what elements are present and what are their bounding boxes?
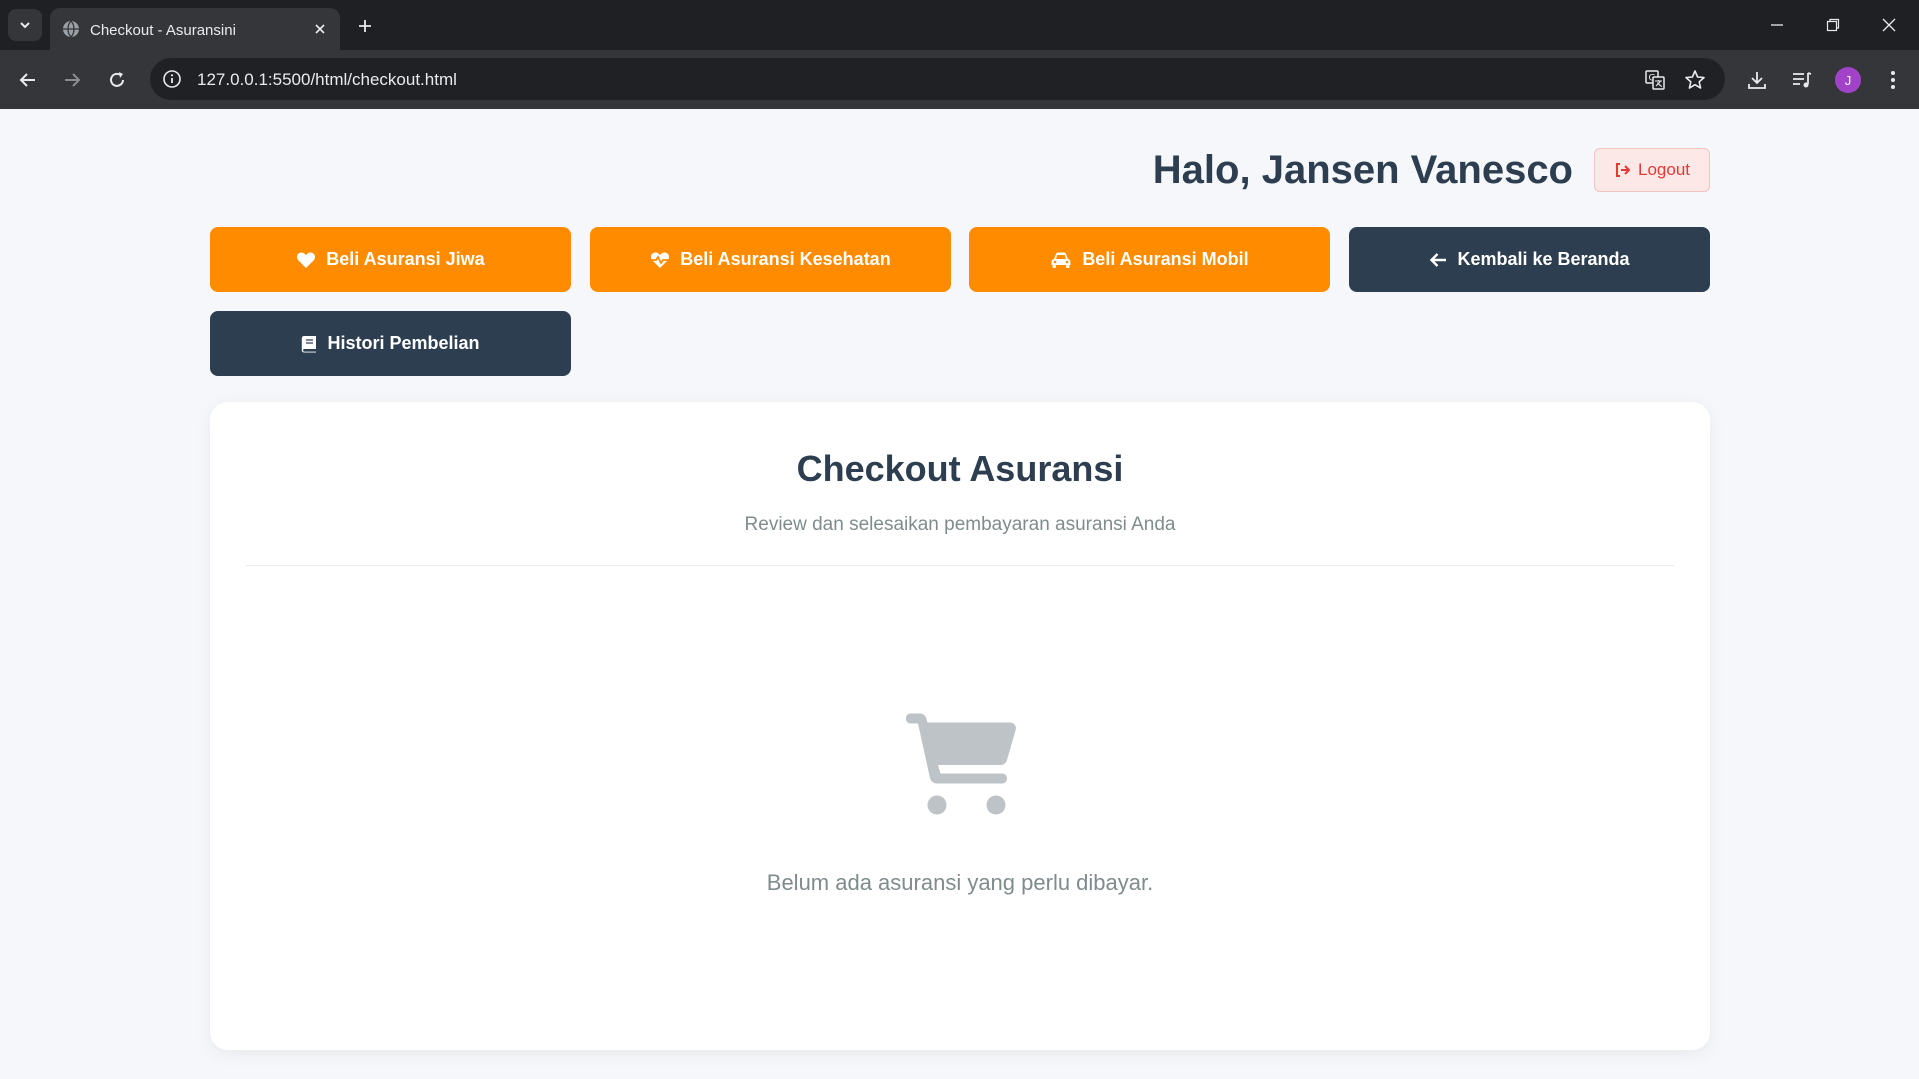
browser-toolbar: 127.0.0.1:5500/html/checkout.html G J: [0, 50, 1919, 109]
tab-title: Checkout - Asuransini: [90, 22, 236, 39]
beli-asuransi-mobil-button[interactable]: Beli Asuransi Mobil: [969, 227, 1330, 292]
divider: [246, 565, 1674, 566]
checkout-title: Checkout Asuransi: [796, 448, 1124, 489]
nav-label-mobil: Beli Asuransi Mobil: [1082, 249, 1249, 269]
nav-label-jiwa: Beli Asuransi Jiwa: [326, 249, 485, 269]
arrow-left-icon: [1430, 252, 1447, 267]
close-icon: [315, 24, 325, 34]
browser-menu-button[interactable]: [1880, 67, 1906, 93]
reload-button[interactable]: [103, 66, 131, 94]
empty-cart-message: Belum ada asuransi yang perlu dibayar.: [766, 870, 1154, 895]
sign-out-icon: [1616, 163, 1631, 177]
chevron-down-icon: [20, 22, 30, 29]
checkout-card: Checkout Asuransi Review dan selesaikan …: [210, 402, 1710, 1050]
nav-label-beranda: Kembali ke Beranda: [1457, 249, 1630, 269]
close-window-button[interactable]: [1874, 10, 1904, 40]
playlist-icon: [1793, 72, 1812, 88]
download-icon: [1748, 72, 1766, 89]
translate-icon: G: [1645, 70, 1665, 90]
greeting-heading: Halo, Jansen Vanesco: [1152, 148, 1573, 192]
minimize-icon: [1771, 24, 1783, 26]
heart-icon: [297, 251, 316, 268]
histori-pembelian-button[interactable]: Histori Pembelian: [210, 311, 571, 376]
book-icon: [302, 335, 317, 352]
browser-tab-active[interactable]: Checkout - Asuransini: [50, 8, 340, 50]
shopping-cart-icon: [906, 713, 1016, 815]
address-bar[interactable]: 127.0.0.1:5500/html/checkout.html G: [150, 58, 1725, 100]
more-vertical-icon: [1891, 71, 1895, 89]
url-text[interactable]: 127.0.0.1:5500/html/checkout.html: [197, 70, 457, 90]
new-tab-button[interactable]: [352, 13, 378, 39]
minimize-button[interactable]: [1762, 10, 1792, 40]
kembali-ke-beranda-button[interactable]: Kembali ke Beranda: [1349, 227, 1710, 292]
plus-icon: [359, 20, 371, 32]
bookmark-button[interactable]: [1683, 68, 1707, 92]
close-icon: [1882, 18, 1896, 32]
downloads-button[interactable]: [1744, 67, 1770, 93]
tab-close-button[interactable]: [310, 19, 330, 39]
logout-button[interactable]: Logout: [1594, 148, 1710, 192]
star-icon: [1685, 70, 1705, 89]
browser-tab-bar: Checkout - Asuransini: [0, 0, 1919, 50]
heart-pulse-icon: [651, 251, 670, 268]
reload-icon: [110, 72, 124, 87]
nav-label-kesehatan: Beli Asuransi Kesehatan: [680, 249, 891, 269]
globe-icon: [63, 20, 79, 38]
info-icon[interactable]: [162, 69, 182, 89]
restore-button[interactable]: [1818, 10, 1848, 40]
restore-icon: [1826, 18, 1840, 32]
checkout-subtitle: Review dan selesaikan pembayaran asurans…: [744, 514, 1176, 535]
car-icon: [1051, 252, 1071, 268]
beli-asuransi-jiwa-button[interactable]: Beli Asuransi Jiwa: [210, 227, 571, 292]
logout-label: Logout: [1638, 160, 1690, 179]
beli-asuransi-kesehatan-button[interactable]: Beli Asuransi Kesehatan: [590, 227, 951, 292]
forward-button[interactable]: [58, 66, 86, 94]
arrow-right-icon: [65, 73, 81, 87]
profile-avatar[interactable]: J: [1835, 67, 1861, 93]
translate-button[interactable]: G: [1643, 68, 1667, 92]
tab-search-button[interactable]: [8, 9, 42, 41]
nav-label-histori: Histori Pembelian: [327, 333, 480, 353]
arrow-left-icon: [19, 73, 35, 87]
back-button[interactable]: [14, 66, 42, 94]
media-control-button[interactable]: [1789, 67, 1815, 93]
